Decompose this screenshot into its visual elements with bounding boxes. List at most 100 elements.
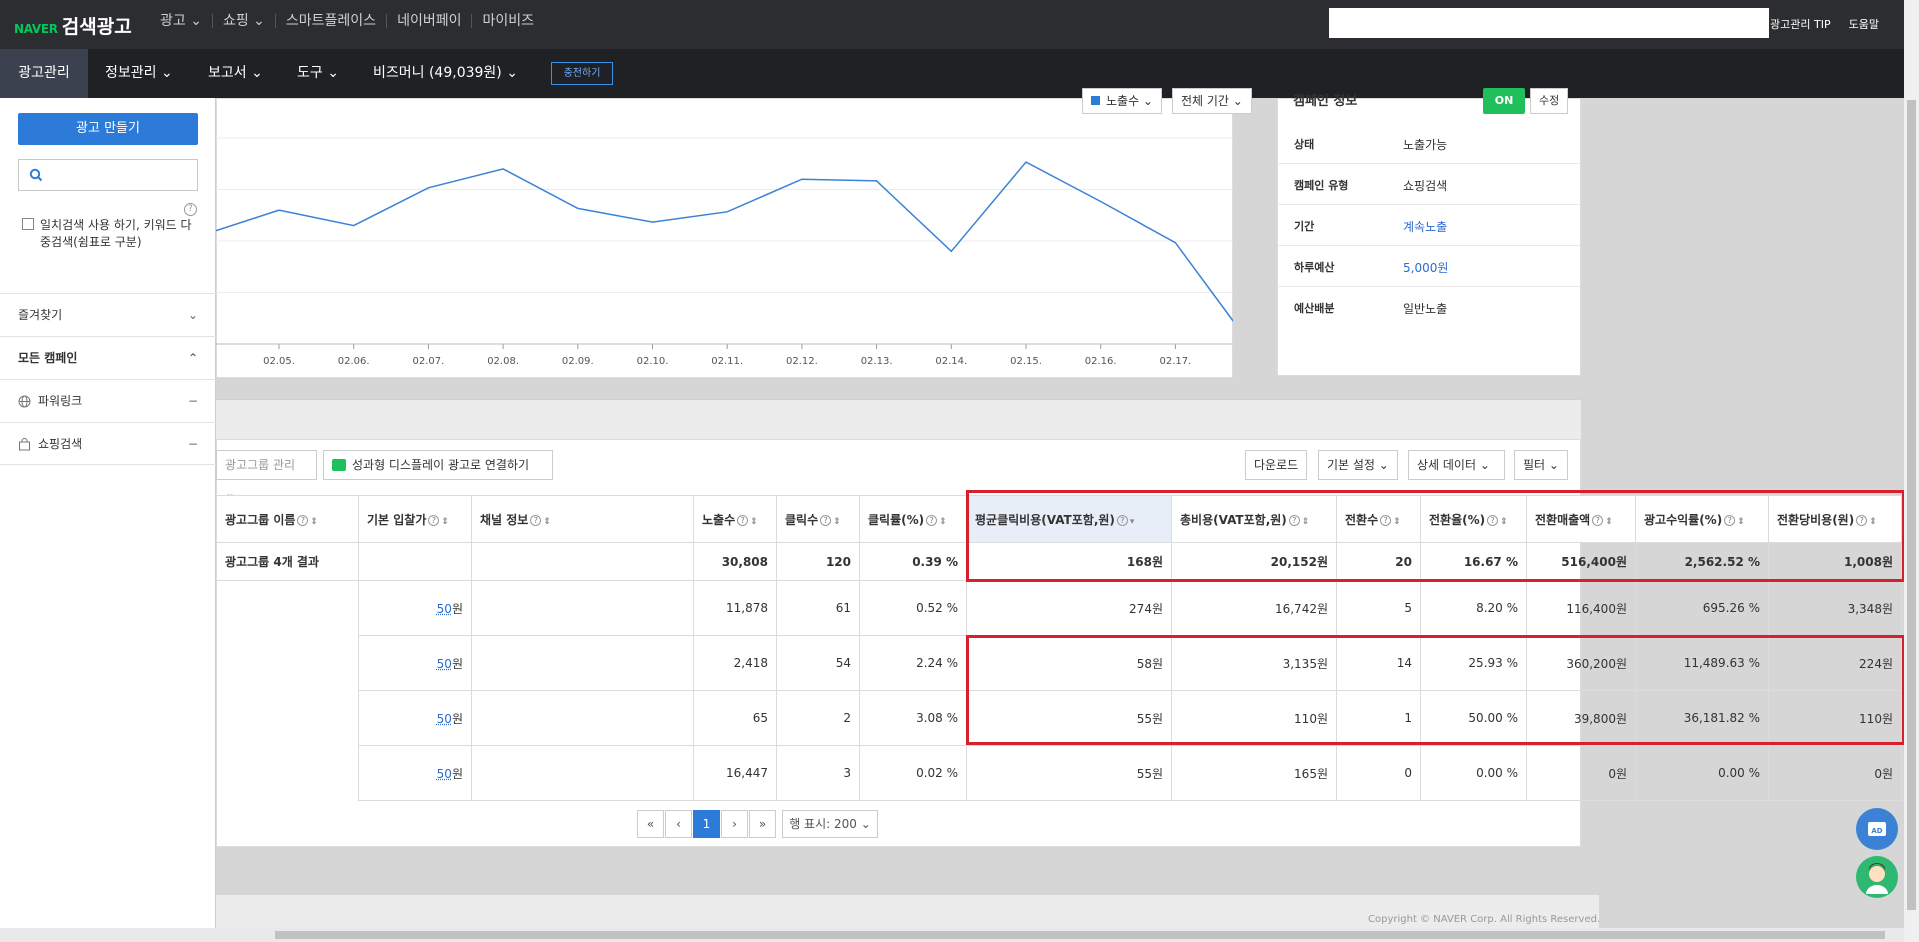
col-clicks[interactable]: 클릭수? ⇕ — [776, 495, 860, 543]
table-cell: 3.08 % — [859, 690, 967, 746]
table-cell — [358, 542, 472, 581]
top-nav-shopping[interactable]: 쇼핑 ⌄ — [213, 14, 276, 28]
col-impressions[interactable]: 노출수? ⇕ — [693, 495, 777, 543]
header-search-input[interactable] — [1329, 8, 1769, 38]
table-cell: 65 — [693, 690, 777, 746]
table-cell: 광고그룹 4개 결과 — [216, 542, 359, 581]
col-default-bid[interactable]: 기본 입찰가? ⇕ — [358, 495, 472, 543]
connect-display-button[interactable]: 성과형 디스플레이 광고로 연결하기 — [323, 450, 553, 480]
info-value-link[interactable]: 5,000원 — [1403, 259, 1448, 276]
sidebar-all-campaigns[interactable]: 모든 캠페인 ⌃ — [0, 336, 216, 379]
table-cell: 3,348원 — [1768, 580, 1902, 636]
charge-button[interactable]: 충전하기 — [551, 62, 613, 85]
exact-search-label: 일치검색 사용 하기, 키워드 다중검색(쉼표로 구분) — [40, 218, 192, 249]
collapse-icon[interactable]: − — [188, 423, 198, 466]
ad-group-manage-button[interactable]: 광고그룹 관리 ⌄ — [216, 450, 317, 500]
bid-link[interactable]: 50 — [437, 767, 452, 781]
info-value: 쇼핑검색 — [1403, 179, 1448, 193]
chart-period-select[interactable]: 전체 기간 ⌄ — [1172, 88, 1252, 114]
chevron-down-icon: ⌄ — [187, 308, 198, 322]
all-campaigns-label: 모든 캠페인 — [18, 351, 78, 365]
download-button[interactable]: 다운로드 — [1245, 450, 1308, 480]
top-nav-ads[interactable]: 광고 ⌄ — [150, 14, 213, 28]
sidebar-item-shopping[interactable]: 쇼핑검색 − — [0, 422, 216, 465]
x-axis-tick-label: 02.17. — [1159, 356, 1191, 367]
info-value-link[interactable]: 계속노출 — [1403, 218, 1447, 235]
vertical-scroll-thumb[interactable] — [1907, 100, 1916, 910]
page-last-button[interactable]: » — [749, 810, 776, 838]
top-nav-smartplace[interactable]: 스마트플레이스 — [276, 14, 388, 28]
top-nav-naverpay[interactable]: 네이버페이 — [387, 14, 473, 28]
table-cell — [471, 745, 694, 801]
col-channel-info[interactable]: 채널 정보? ⇕ — [471, 495, 694, 543]
bid-cell: 50원 — [358, 580, 472, 636]
sort-icon[interactable]: ⇕ — [939, 517, 947, 527]
basic-settings-button[interactable]: 기본 설정 ⌄ — [1318, 450, 1398, 480]
powerlink-label: 파워링크 — [38, 394, 83, 408]
page-next-button[interactable]: › — [721, 810, 748, 838]
chart-metric-select[interactable]: 노출수 ⌄ — [1082, 88, 1162, 114]
bid-link[interactable]: 50 — [437, 657, 452, 671]
sidebar-favorites[interactable]: 즐겨찾기 ⌄ — [0, 293, 216, 336]
help-icon[interactable]: ? — [737, 514, 749, 526]
sort-icon[interactable]: ⇕ — [310, 517, 318, 527]
campaign-edit-button[interactable]: 수정 — [1530, 88, 1569, 114]
sort-icon[interactable]: ⇕ — [441, 517, 449, 527]
x-axis-tick-label: 02.13. — [861, 356, 893, 367]
line-chart: 02.05. 02.06. 02.07. 02.08. 02.09. 02.10. 02.1… — [216, 137, 1233, 367]
nav-bizmoney[interactable]: 비즈머니 (49,039원) ⌄ — [373, 49, 518, 98]
table-cell: 120 — [776, 542, 860, 581]
top-nav-mybiz[interactable]: 마이비즈 — [472, 14, 544, 28]
sort-icon[interactable]: ⇕ — [833, 517, 841, 527]
help-icon[interactable]: ? — [926, 514, 938, 526]
table-cell: 54 — [776, 635, 860, 691]
detail-data-button[interactable]: 상세 데이터 ⌄ — [1408, 450, 1505, 480]
campaign-toggle[interactable]: ON — [1483, 88, 1525, 114]
horizontal-scroll-thumb[interactable] — [275, 931, 1885, 939]
col-ctr[interactable]: 클릭률(%)? ⇕ — [859, 495, 967, 543]
col-adgroup-name[interactable]: 광고그룹 이름? ⇕ — [216, 495, 359, 543]
ad-shortcut-button[interactable]: AD — [1856, 808, 1898, 850]
help-icon[interactable]: ? — [428, 514, 440, 526]
display-ad-icon — [332, 459, 346, 471]
chatbot-button[interactable] — [1856, 856, 1898, 898]
help-link[interactable]: 도움말 — [1849, 16, 1879, 32]
sidebar-search-input[interactable] — [18, 159, 198, 191]
table-cell: 2.24 % — [859, 635, 967, 691]
bid-cell: 50원 — [358, 635, 472, 691]
brand-logo[interactable]: NAVER 검색광고 — [14, 12, 132, 39]
help-icon[interactable]: ? — [820, 514, 832, 526]
highlight-box-rows — [966, 635, 1905, 745]
nav-ad-management[interactable]: 광고관리 — [0, 49, 88, 98]
sort-icon[interactable]: ⇕ — [543, 517, 551, 527]
page-first-button[interactable]: « — [637, 810, 664, 838]
info-row-type: 캠페인 유형 쇼핑검색 — [1278, 164, 1580, 205]
page-number-current[interactable]: 1 — [693, 810, 720, 838]
rows-per-page-select[interactable]: 행 표시: 200 ⌄ — [782, 810, 878, 838]
ad-tip-link[interactable]: 광고관리 TIP — [1770, 16, 1831, 32]
filter-button[interactable]: 필터 ⌄ — [1514, 450, 1568, 480]
nav-reports[interactable]: 보고서 ⌄ — [208, 49, 263, 98]
x-axis-tick-label: 02.14. — [935, 356, 967, 367]
help-icon[interactable]: ? — [297, 514, 309, 526]
bid-link[interactable]: 50 — [437, 712, 452, 726]
help-icon[interactable]: ? — [184, 203, 197, 216]
bid-link[interactable]: 50 — [437, 602, 452, 616]
copyright-text: Copyright © NAVER Corp. All Rights Reser… — [1368, 914, 1601, 925]
x-axis-tick-label: 02.06. — [338, 356, 370, 367]
collapse-icon[interactable]: − — [188, 380, 198, 423]
nav-info-management[interactable]: 정보관리 ⌄ — [105, 49, 173, 98]
sidebar-item-powerlink[interactable]: 파워링크 − — [0, 379, 216, 422]
sort-icon[interactable]: ⇕ — [750, 517, 758, 527]
help-icon[interactable]: ? — [530, 514, 542, 526]
page-prev-button[interactable]: ‹ — [665, 810, 692, 838]
table-cell: 116,400원 — [1526, 580, 1636, 636]
create-ad-button[interactable]: 광고 만들기 — [18, 113, 198, 145]
table-cell — [216, 690, 359, 746]
exact-search-checkbox[interactable] — [22, 218, 34, 230]
info-row-budget: 하루예산 5,000원 — [1278, 246, 1580, 287]
bid-cell: 50원 — [358, 690, 472, 746]
table-cell: 16,742원 — [1171, 580, 1337, 636]
brand-name: NAVER — [14, 22, 58, 36]
nav-tools[interactable]: 도구 ⌄ — [297, 49, 339, 98]
